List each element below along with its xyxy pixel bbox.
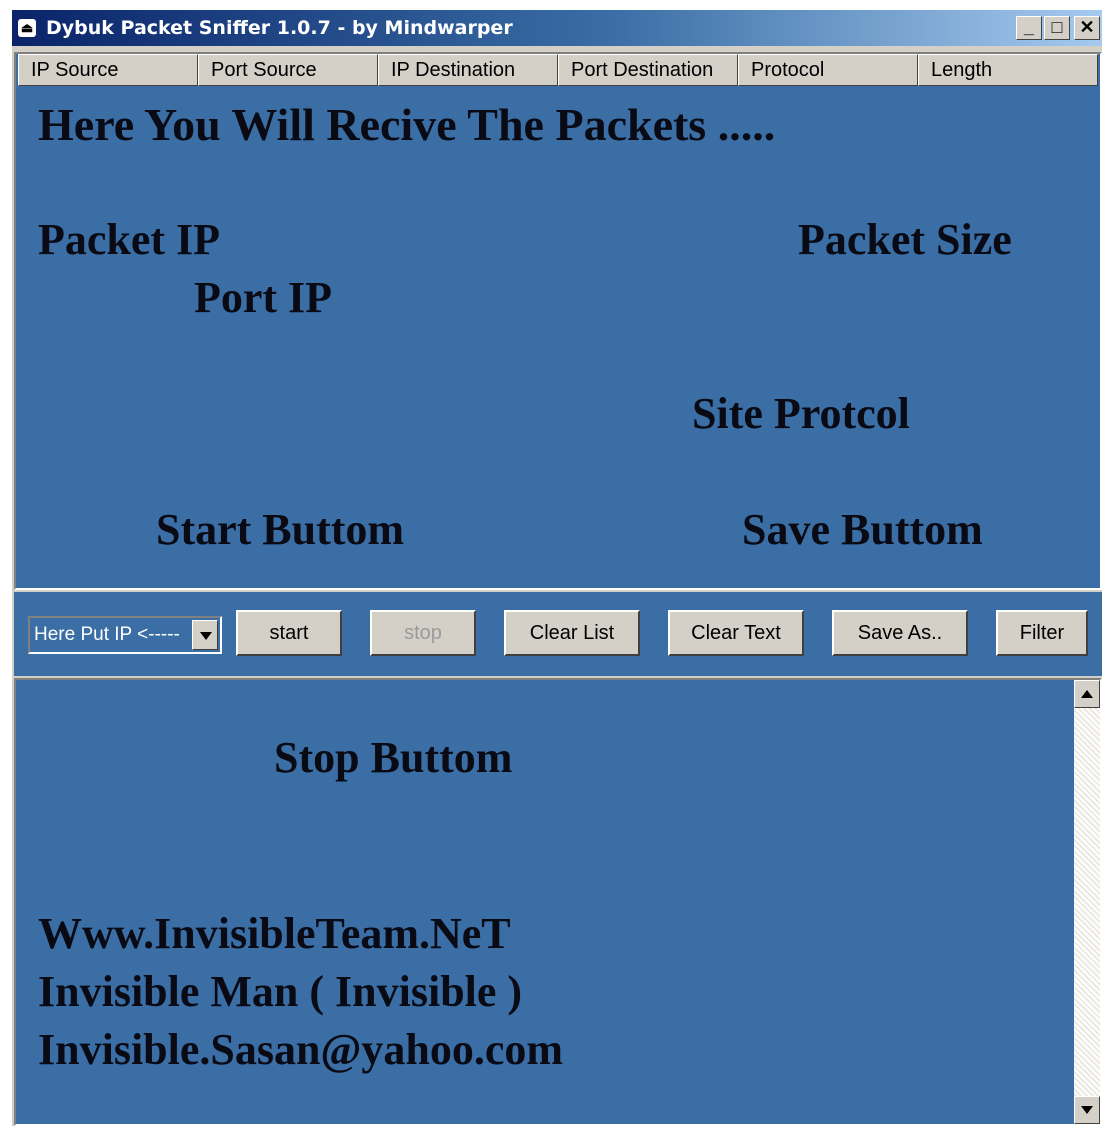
scroll-down-icon[interactable] xyxy=(1074,1096,1100,1124)
maximize-icon: □ xyxy=(1051,17,1063,37)
label-site-protocol: Site Protcol xyxy=(692,389,910,438)
maximize-button[interactable]: □ xyxy=(1044,16,1070,40)
column-header-length[interactable]: Length xyxy=(918,54,1098,86)
ip-combo[interactable]: Here Put IP <----- xyxy=(28,616,222,654)
minimize-icon: _ xyxy=(1023,17,1034,37)
label-stop-button: Stop Buttom xyxy=(274,733,513,782)
save-as-button[interactable]: Save As.. xyxy=(832,610,968,656)
title-bar[interactable]: ⏏ Dybuk Packet Sniffer 1.0.7 - by Mindwa… xyxy=(12,10,1102,46)
window-title: Dybuk Packet Sniffer 1.0.7 - by Mindwarp… xyxy=(46,17,513,39)
close-button[interactable]: ✕ xyxy=(1074,16,1100,40)
column-header-protocol[interactable]: Protocol xyxy=(738,54,918,86)
credit-website: Www.InvisibleTeam.NeT xyxy=(38,909,511,958)
scroll-up-icon[interactable] xyxy=(1074,680,1100,708)
stop-button[interactable]: stop xyxy=(370,610,476,656)
column-header-ip-destination[interactable]: IP Destination xyxy=(378,54,558,86)
clear-text-button[interactable]: Clear Text xyxy=(668,610,804,656)
list-heading: Here You Will Recive The Packets ..... xyxy=(38,99,776,150)
minimize-button[interactable]: _ xyxy=(1016,16,1042,40)
column-header-port-source[interactable]: Port Source xyxy=(198,54,378,86)
column-header-ip-source[interactable]: IP Source xyxy=(18,54,198,86)
app-icon[interactable]: ⏏ xyxy=(18,19,36,37)
label-port-ip: Port IP xyxy=(194,273,333,322)
label-start-button: Start Buttom xyxy=(156,505,405,554)
credit-email: Invisible.Sasan@yahoo.com xyxy=(38,1025,564,1074)
filter-button[interactable]: Filter xyxy=(996,610,1088,656)
chevron-down-icon[interactable] xyxy=(192,620,218,650)
credit-author: Invisible Man ( Invisible ) xyxy=(38,967,523,1016)
column-header-port-destination[interactable]: Port Destination xyxy=(558,54,738,86)
start-button[interactable]: start xyxy=(236,610,342,656)
label-packet-ip: Packet IP xyxy=(38,215,221,264)
output-text-area[interactable]: Stop Buttom Www.InvisibleTeam.NeT Invisi… xyxy=(14,678,1102,1126)
ip-combo-value: Here Put IP <----- xyxy=(34,624,180,645)
label-packet-size: Packet Size xyxy=(798,215,1012,264)
close-icon: ✕ xyxy=(1079,17,1095,37)
label-save-button: Save Buttom xyxy=(742,505,983,554)
controls-bar: Here Put IP <----- start stop Clear List… xyxy=(14,592,1102,676)
clear-list-button[interactable]: Clear List xyxy=(504,610,640,656)
vertical-scrollbar[interactable] xyxy=(1074,680,1100,1124)
packet-list[interactable]: IP Source Port Source IP Destination Por… xyxy=(14,52,1102,590)
